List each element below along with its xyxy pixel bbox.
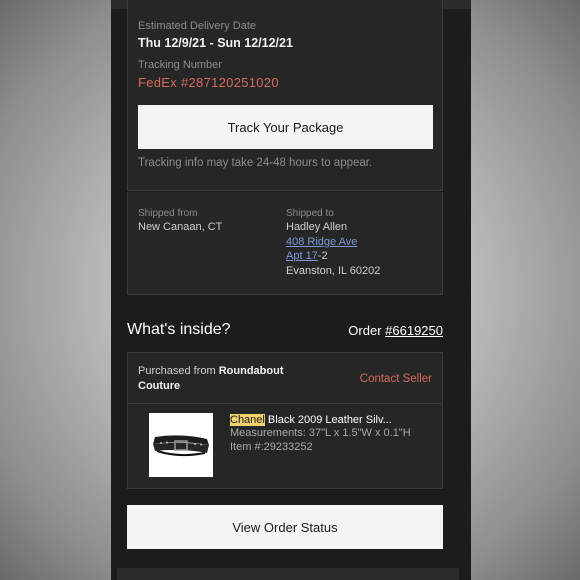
track-package-button[interactable]: Track Your Package <box>138 105 433 149</box>
item-measurements: Measurements: 37"L x 1.5"W x 0.1"H <box>230 427 411 439</box>
item-details[interactable]: Chanel Black 2009 Leather Silv... Measur… <box>230 414 435 454</box>
view-order-status-button[interactable]: View Order Status <box>127 505 443 549</box>
delivery-card: Estimated Delivery Date Thu 12/9/21 - Su… <box>127 0 443 191</box>
apartment-link[interactable]: Apt 17 <box>286 250 318 262</box>
order-detail-screen: Estimated Delivery Date Thu 12/9/21 - Su… <box>111 0 471 580</box>
street-address-link[interactable]: 408 Ridge Ave <box>286 236 357 248</box>
shipping-card: Shipped from New Canaan, CT Shipped to H… <box>127 192 443 295</box>
item-card: Purchased from Roundabout Couture Contac… <box>127 352 443 489</box>
tracking-number-label: Tracking Number <box>138 59 222 71</box>
contact-seller-link[interactable]: Contact Seller <box>360 373 432 385</box>
bottom-strip <box>117 568 459 580</box>
tracking-note: Tracking info may take 24-48 hours to ap… <box>138 157 373 169</box>
whats-inside-title: What's inside? <box>127 321 231 338</box>
recipient-name: Hadley Allen <box>286 221 348 233</box>
shipped-to-label: Shipped to <box>286 208 334 219</box>
apartment-suffix: -2 <box>317 250 328 262</box>
item-divider <box>128 403 442 404</box>
item-number: Item #:29233252 <box>230 441 313 453</box>
belt-image-icon <box>153 435 209 457</box>
estimated-delivery-dates: Thu 12/9/21 - Sun 12/12/21 <box>138 36 293 50</box>
order-label: Order <box>348 323 382 338</box>
item-title: Chanel Black 2009 Leather Silv... <box>230 414 435 426</box>
tracking-number-link[interactable]: FedEx #287120251020 <box>138 75 279 90</box>
purchased-from-text: Purchased from Roundabout Couture <box>138 364 298 394</box>
order-number-row: Order #6619250 <box>348 323 443 338</box>
item-brand: Chanel <box>230 414 265 426</box>
shipped-to-address: Hadley Allen 408 Ridge Ave Apt 17-2 Evan… <box>286 220 380 278</box>
shipped-from-value: New Canaan, CT <box>138 221 223 233</box>
city-state-zip: Evanston, IL 60202 <box>286 264 381 277</box>
estimated-delivery-label: Estimated Delivery Date <box>138 20 256 32</box>
shipped-from-label: Shipped from <box>138 208 198 219</box>
order-number-link[interactable]: #6619250 <box>385 323 443 338</box>
item-thumbnail[interactable] <box>149 413 213 477</box>
purchased-from-prefix: Purchased from <box>138 365 216 377</box>
item-title-rest: Black 2009 Leather Silv... <box>267 414 392 426</box>
